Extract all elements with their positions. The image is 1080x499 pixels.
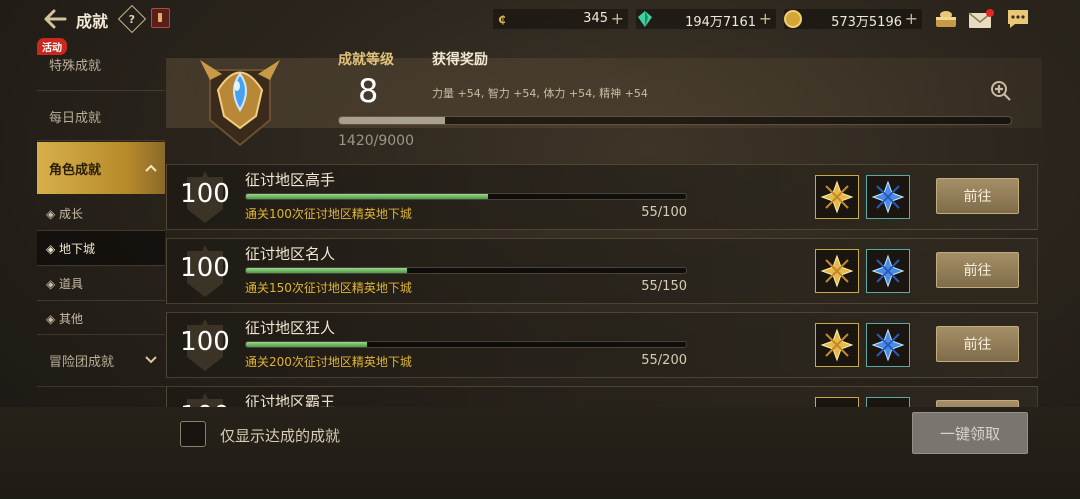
achievement-progress-bar [245,267,687,274]
add-gold-button[interactable]: + [905,9,918,28]
achievement-row: 100 征讨地区霸王 前往 [166,386,1038,407]
calendar-icon[interactable] [151,8,170,28]
top-bar: 成就 ? ₵ 345 + 194万7161 + 573万5196 + [0,0,1080,38]
help-icon[interactable]: ? [117,4,147,34]
show-completed-label: 仅显示达成的成就 [220,427,341,445]
blue-star-reward-icon[interactable] [866,249,910,293]
mail-icon[interactable] [968,8,994,30]
exp-progress-bar [338,116,1012,125]
page-title: 成就 [76,12,109,31]
achievement-title: 征讨地区名人 [245,245,336,263]
reward-text: 力量 +54, 智力 +54, 体力 +54, 精神 +54 [432,87,648,100]
achievement-count: 55/100 [641,205,687,220]
sidebar-sub-growth[interactable]: ◈ 成长 [37,196,165,230]
sidebar-item-label: 冒险团成就 [49,354,115,370]
gold-star-reward-icon[interactable] [815,175,859,219]
show-completed-checkbox[interactable] [180,421,206,447]
currency-coupon: ₵ 345 + [493,9,628,29]
add-coupon-button[interactable]: + [611,9,624,28]
goto-button[interactable]: 前往 [936,326,1019,362]
currency-gold: 573万5196 + [784,9,922,30]
sidebar: 特殊成就 每日成就 角色成就 ◈ 成长 ◈ 地下城 ◈ 道具 ◈ 其他 冒险团成… [37,38,165,398]
back-arrow-icon[interactable] [40,6,70,32]
sidebar-sub-other[interactable]: ◈ 其他 [37,301,165,335]
achievement-desc: 通关100次征讨地区精英地下城 [245,207,412,221]
treasure-chest-icon[interactable] [934,8,958,30]
green-crystal-icon [636,10,654,28]
achievement-row: 100 征讨地区高手 通关100次征讨地区精英地下城 55/100 前往 [166,164,1038,230]
sidebar-sub-items[interactable]: ◈ 道具 [37,266,165,300]
sidebar-item-character[interactable]: 角色成就 [37,142,165,194]
goto-button[interactable]: 前往 [936,400,1019,407]
event-badge: 活动 [37,38,67,55]
achievement-progress-bar [245,341,687,348]
achievement-count: 55/200 [641,353,687,368]
achievement-points: 100 [180,327,230,357]
gold-coin-c-icon: ₵ [498,12,506,26]
gold-star-reward-icon[interactable] [815,397,859,407]
sidebar-sub-dungeon[interactable]: ◈ 地下城 [37,231,165,265]
achievement-desc: 通关150次征讨地区精英地下城 [245,281,412,295]
goto-button[interactable]: 前往 [936,252,1019,288]
add-crystal-button[interactable]: + [759,9,772,28]
gold-star-reward-icon[interactable] [815,249,859,293]
achievement-row: 100 征讨地区狂人 通关200次征讨地区精英地下城 55/200 前往 [166,312,1038,378]
sidebar-item-daily[interactable]: 每日成就 [37,96,165,136]
achievement-points: 100 [180,253,230,283]
level-label: 成就等级 [338,52,394,68]
chat-icon[interactable] [1006,8,1030,30]
chevron-up-icon [145,161,157,175]
achievement-title: 征讨地区高手 [245,171,336,189]
achievement-list[interactable]: 100 征讨地区高手 通关100次征讨地区精英地下城 55/100 前往 100… [166,164,1038,407]
achievement-title: 征讨地区狂人 [245,319,336,337]
gold-star-reward-icon[interactable] [815,323,859,367]
goto-button[interactable]: 前往 [936,178,1019,214]
achievement-count: 55/150 [641,279,687,294]
reward-label: 获得奖励 [432,52,488,68]
achievement-desc: 通关200次征讨地区精英地下城 [245,355,412,369]
chevron-down-icon [145,353,157,367]
blue-star-reward-icon[interactable] [866,323,910,367]
gold-coin-icon [784,10,802,28]
achievement-row: 100 征讨地区名人 通关150次征讨地区精英地下城 55/150 前往 [166,238,1038,304]
blue-star-reward-icon[interactable] [866,397,910,407]
achievement-emblem-icon [190,50,290,150]
achievement-progress-bar [245,193,687,200]
currency-crystal: 194万7161 + [636,9,776,30]
sidebar-item-adventure-team[interactable]: 冒险团成就 [37,338,165,382]
claim-all-button[interactable]: 一键领取 [912,412,1028,454]
sidebar-item-label: 角色成就 [49,162,102,178]
zoom-in-icon[interactable] [990,80,1012,102]
exp-text: 1420/9000 [338,133,414,149]
blue-star-reward-icon[interactable] [866,175,910,219]
level-value: 8 [358,72,379,110]
achievement-points: 100 [180,179,230,209]
achievement-title: 征讨地区霸王 [245,393,336,407]
